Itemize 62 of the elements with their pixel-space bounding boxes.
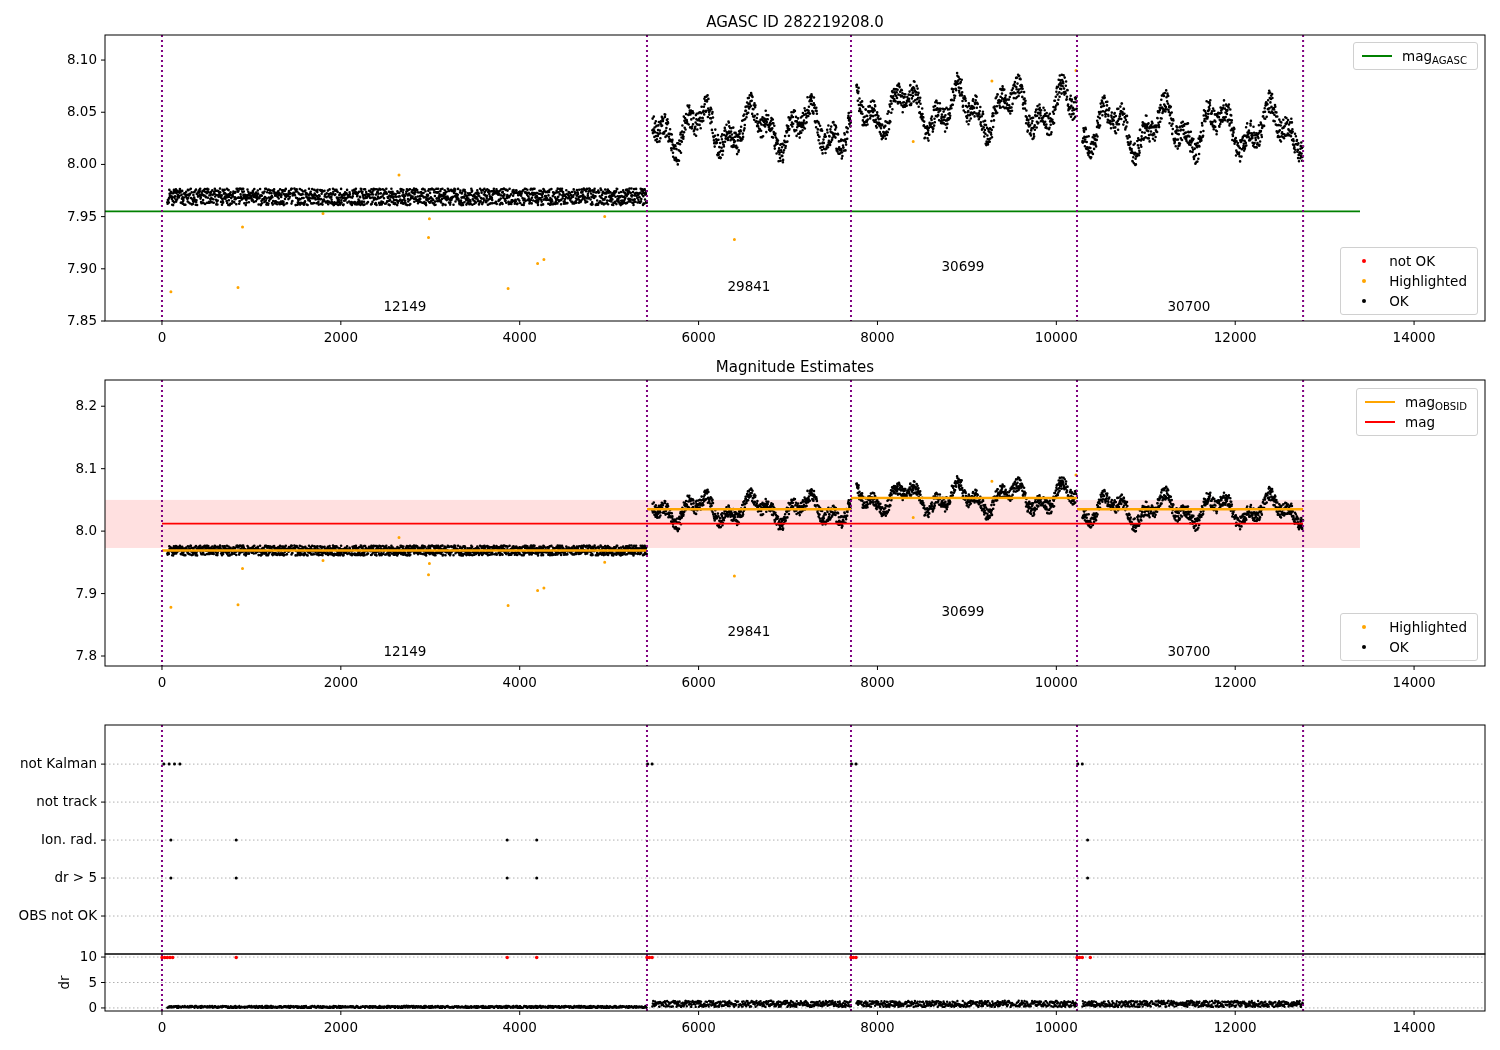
tick-label: 8.10 bbox=[66, 51, 97, 68]
chart-title: AGASC ID 282219208.0 bbox=[706, 12, 884, 31]
tick-label: 6000 bbox=[681, 1019, 716, 1035]
tick-label: 10000 bbox=[1034, 674, 1078, 690]
tick-label: 14000 bbox=[1392, 674, 1436, 690]
tick-label: 8.2 bbox=[75, 397, 97, 414]
tick-label: 0 bbox=[157, 674, 167, 690]
tick-label: 0 bbox=[157, 329, 167, 345]
tick-label: 12000 bbox=[1213, 1019, 1257, 1035]
tick-label: 6000 bbox=[681, 329, 716, 345]
tick-label: 8.00 bbox=[66, 155, 97, 172]
tick-label: 8.05 bbox=[66, 103, 97, 120]
tick-label: 7.95 bbox=[66, 207, 97, 224]
observation-label: 29841 bbox=[727, 623, 771, 639]
tick-label: not track bbox=[36, 793, 97, 810]
tick-label: 7.8 bbox=[75, 647, 97, 663]
legend-label: mag$_{AGASC}$ bbox=[1402, 47, 1468, 65]
observation-label: 30700 bbox=[1167, 643, 1211, 659]
tick-label: 0 bbox=[157, 1019, 167, 1035]
legend-label: OK bbox=[1389, 638, 1410, 656]
tick-label: 10000 bbox=[1034, 329, 1078, 345]
tick-label: Ion. rad. bbox=[40, 831, 97, 848]
tick-label: 12000 bbox=[1213, 674, 1257, 690]
tick-label: 2000 bbox=[323, 329, 358, 345]
tick-label: 4000 bbox=[502, 674, 537, 690]
tick-label: 5 bbox=[88, 973, 97, 990]
observation-label: 30700 bbox=[1167, 298, 1211, 314]
tick-label: 12000 bbox=[1213, 329, 1257, 345]
tick-label: 7.9 bbox=[75, 584, 97, 601]
tick-label: 14000 bbox=[1392, 1019, 1436, 1035]
tick-label: 0 bbox=[88, 998, 97, 1015]
tick-label: 10000 bbox=[1034, 1019, 1078, 1035]
observation-label: 12149 bbox=[383, 643, 427, 659]
tick-label: 8000 bbox=[860, 329, 895, 345]
tick-label: 2000 bbox=[323, 674, 358, 690]
legend-label: OK bbox=[1389, 292, 1410, 310]
observation-label: 30699 bbox=[941, 603, 985, 619]
observation-label: 12149 bbox=[383, 298, 427, 314]
tick-label: 8.1 bbox=[75, 459, 97, 476]
tick-label: 7.85 bbox=[66, 312, 97, 328]
chart-title: Magnitude Estimates bbox=[715, 357, 875, 376]
legend-label: Highlighted bbox=[1389, 618, 1468, 636]
tick-label: 8000 bbox=[860, 1019, 895, 1035]
tick-label: OBS not OK bbox=[18, 907, 97, 923]
tick-label: 8.0 bbox=[75, 522, 97, 539]
axis-label: dr bbox=[56, 975, 72, 990]
tick-label: 6000 bbox=[681, 674, 716, 690]
tick-label: 10 bbox=[79, 948, 97, 965]
tick-label: dr > 5 bbox=[54, 869, 97, 886]
observation-label: 29841 bbox=[727, 278, 771, 294]
legend-label: mag bbox=[1405, 413, 1437, 431]
tick-label: 14000 bbox=[1392, 329, 1436, 345]
tick-label: 7.90 bbox=[66, 259, 97, 276]
tick-label: 4000 bbox=[502, 329, 537, 345]
legend-label: Highlighted bbox=[1389, 272, 1468, 290]
legend-label: not OK bbox=[1389, 252, 1437, 270]
observation-label: 30699 bbox=[941, 258, 985, 274]
tick-label: 8000 bbox=[860, 674, 895, 690]
tick-label: 4000 bbox=[502, 1019, 537, 1035]
tick-label: not Kalman bbox=[19, 755, 97, 772]
legend-label: mag$_{OBSID}$ bbox=[1405, 393, 1468, 411]
tick-label: 2000 bbox=[323, 1019, 358, 1035]
